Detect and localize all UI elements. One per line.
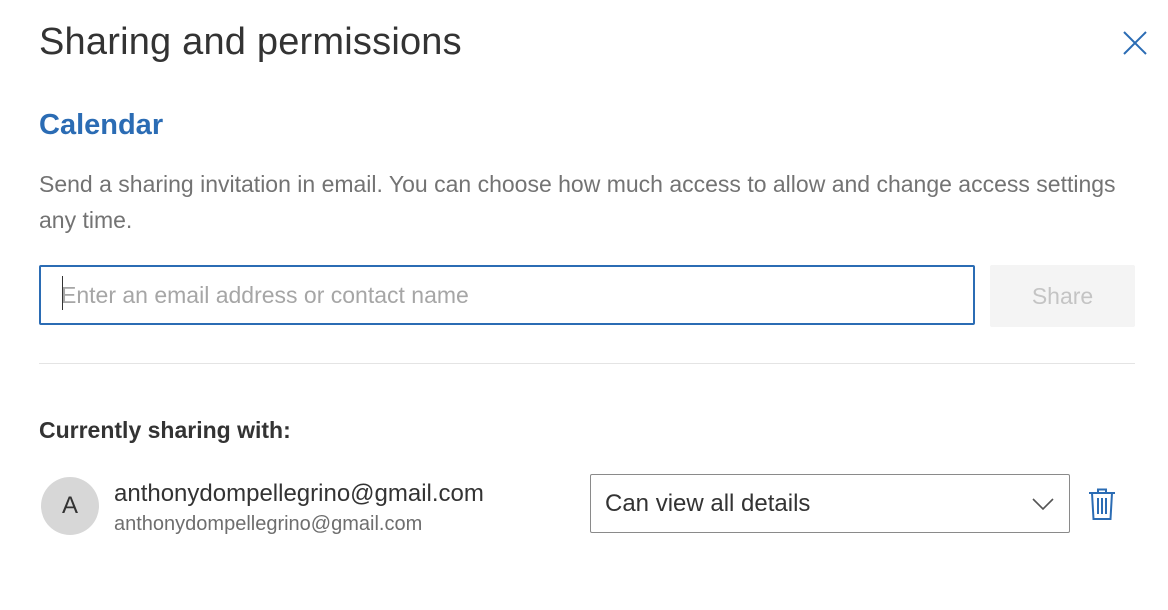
close-icon: [1118, 26, 1152, 60]
chevron-down-icon: [1031, 497, 1055, 511]
permission-value: Can view all details: [605, 489, 811, 517]
sharing-description: Send a sharing invitation in email. You …: [39, 171, 1116, 233]
permission-dropdown[interactable]: Can view all details: [590, 474, 1070, 533]
close-button[interactable]: [1118, 26, 1152, 60]
currently-sharing-heading: Currently sharing with:: [39, 417, 291, 443]
delete-button[interactable]: [1086, 487, 1118, 521]
person-email: anthonydompellegrino@gmail.com: [114, 513, 423, 535]
trash-icon: [1086, 487, 1118, 521]
text-caret: [62, 276, 63, 310]
email-input[interactable]: [39, 265, 975, 325]
sharing-dialog: Sharing and permissions Calendar Send a …: [0, 0, 1168, 610]
person-name: anthonydompellegrino@gmail.com: [114, 480, 484, 507]
avatar: A: [41, 477, 99, 535]
divider: [39, 363, 1135, 364]
share-button[interactable]: Share: [990, 265, 1135, 327]
dialog-title: Sharing and permissions: [39, 21, 462, 63]
calendar-heading: Calendar: [39, 109, 164, 141]
